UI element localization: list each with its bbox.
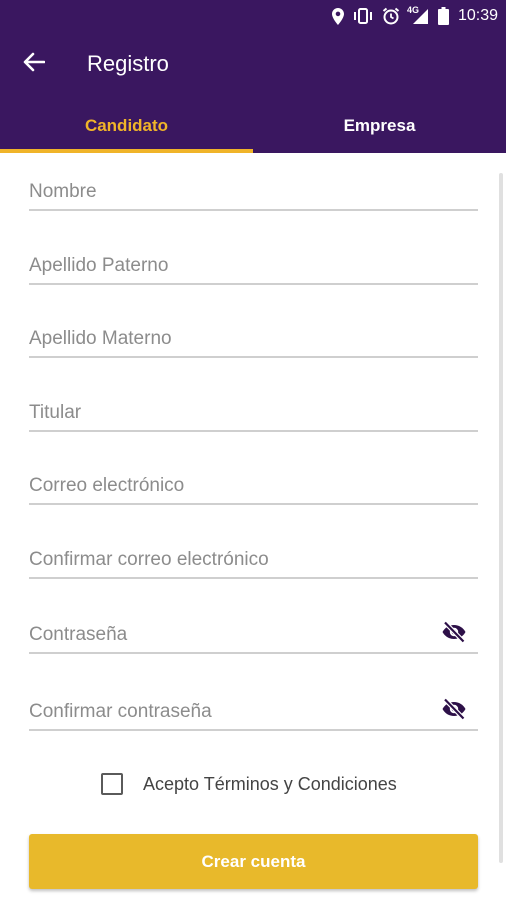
password-input[interactable] [29, 624, 429, 646]
tab-label: Candidato [84, 115, 169, 135]
registration-form: Acepto Términos y Condiciones Crear cuen… [0, 153, 506, 900]
titular-field[interactable] [29, 384, 478, 432]
apellido-paterno-input[interactable] [29, 255, 429, 277]
header: 4G 10:39 Registro Candidato Empresa [0, 0, 506, 153]
confirm-email-field[interactable] [29, 531, 478, 579]
email-field[interactable] [29, 457, 478, 505]
tab-bar: Candidato Empresa [0, 100, 506, 153]
eye-off-icon [441, 620, 467, 648]
tab-candidato[interactable]: Candidato [0, 100, 253, 153]
terms-row: Acepto Términos y Condiciones [101, 771, 397, 797]
network-type-label: 4G [406, 4, 419, 15]
back-button[interactable] [14, 46, 54, 82]
tab-label: Empresa [343, 115, 416, 135]
confirm-password-input[interactable] [29, 701, 429, 723]
status-time: 10:39 [457, 7, 498, 24]
eye-off-icon [441, 697, 467, 725]
tab-empresa[interactable]: Empresa [253, 100, 506, 153]
page-title: Registro [87, 51, 169, 76]
status-bar: 4G 10:39 [0, 0, 506, 32]
apellido-materno-input[interactable] [29, 328, 429, 350]
terms-checkbox[interactable] [101, 773, 123, 795]
apellido-paterno-field[interactable] [29, 237, 478, 285]
nombre-field[interactable] [29, 163, 478, 211]
battery-icon [437, 7, 449, 25]
apellido-materno-field[interactable] [29, 310, 478, 358]
app-bar: Registro [0, 32, 506, 96]
signal-icon: 4G [406, 4, 429, 25]
confirm-email-input[interactable] [29, 549, 429, 571]
scrollbar[interactable] [499, 173, 503, 863]
toggle-confirm-password-visibility-button[interactable] [440, 697, 468, 725]
alarm-icon [382, 7, 400, 25]
toggle-password-visibility-button[interactable] [440, 620, 468, 648]
nombre-input[interactable] [29, 181, 429, 203]
location-icon [331, 7, 344, 25]
terms-label[interactable]: Acepto Términos y Condiciones [143, 774, 397, 795]
titular-input[interactable] [29, 402, 429, 424]
confirm-password-field[interactable] [29, 683, 478, 731]
arrow-left-icon [23, 52, 46, 77]
create-account-button[interactable]: Crear cuenta [29, 834, 478, 889]
vibrate-icon [353, 8, 373, 24]
password-field[interactable] [29, 606, 478, 654]
email-input[interactable] [29, 475, 429, 497]
